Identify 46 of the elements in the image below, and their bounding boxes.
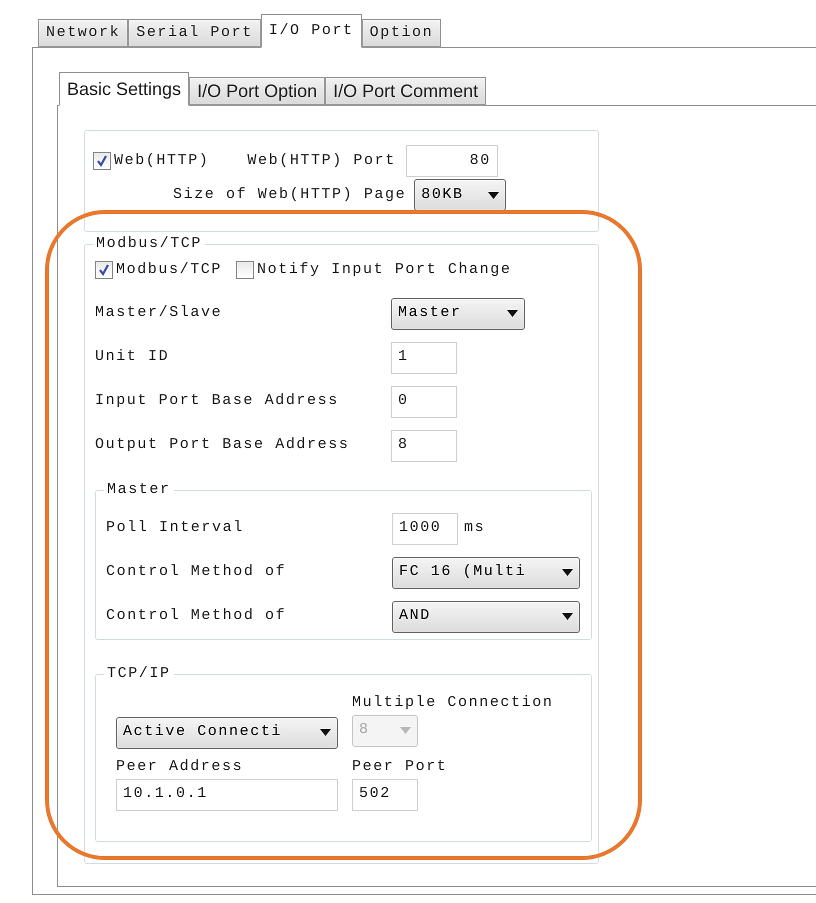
field-label: Control Method of <box>106 606 288 626</box>
checkmark-icon <box>98 264 110 276</box>
input-field[interactable]: 502 <box>352 778 418 810</box>
field-label: Input Port Base Address <box>95 391 340 412</box>
tab[interactable]: I/O Port <box>260 14 362 48</box>
input-field[interactable]: 10.1.0.1 <box>116 778 338 810</box>
field-label: Output Port Base Address <box>95 435 350 456</box>
field-label: Web(HTTP) Port <box>247 150 396 171</box>
caret-icon <box>507 310 518 317</box>
caret-icon <box>320 729 331 736</box>
checkbox[interactable] <box>95 261 113 280</box>
checkbox-label: Modbus/TCP <box>116 260 222 280</box>
input-field[interactable]: 1 <box>391 342 457 374</box>
field-label: Multiple Connection <box>352 692 554 712</box>
caret-icon <box>488 192 500 198</box>
tab[interactable]: I/O Port Option <box>189 77 326 105</box>
dropdown[interactable]: Active Connecti <box>116 716 338 748</box>
field-label: Unit ID <box>95 347 170 368</box>
field-label: Master/Slave <box>95 303 224 324</box>
field-label: Size of Web(HTTP) Page <box>173 184 406 205</box>
checkmark-icon <box>96 155 108 167</box>
dropdown[interactable]: AND <box>392 600 580 632</box>
caret-icon <box>400 727 411 734</box>
field-label: Peer Port <box>352 756 448 776</box>
dropdown[interactable]: FC 16 (Multi <box>392 556 580 588</box>
tab[interactable]: Basic Settings <box>59 72 190 106</box>
tab[interactable]: Serial Port <box>128 19 261 47</box>
input-field[interactable]: 8 <box>391 430 457 462</box>
caret-icon <box>562 569 573 576</box>
field-label: Poll Interval <box>106 518 245 538</box>
tab[interactable]: Network <box>38 19 128 47</box>
input-field[interactable]: 1000 <box>392 512 458 544</box>
checkbox-label: Web(HTTP) <box>114 150 210 171</box>
field-label: Peer Address <box>116 756 244 776</box>
checkbox[interactable] <box>236 261 254 280</box>
checkbox[interactable] <box>93 152 111 170</box>
checkbox-label: Notify Input Port Change <box>257 260 512 280</box>
dropdown[interactable]: 80KB <box>414 179 506 211</box>
input-field[interactable]: 80 <box>406 145 498 177</box>
unit-label: ms <box>464 518 486 538</box>
field-label: Control Method of <box>106 562 288 582</box>
tab[interactable]: Option <box>362 19 442 47</box>
input-field[interactable]: 0 <box>391 386 457 418</box>
dropdown[interactable]: Master <box>391 298 525 330</box>
caret-icon <box>562 613 573 620</box>
tab[interactable]: I/O Port Comment <box>325 77 486 105</box>
